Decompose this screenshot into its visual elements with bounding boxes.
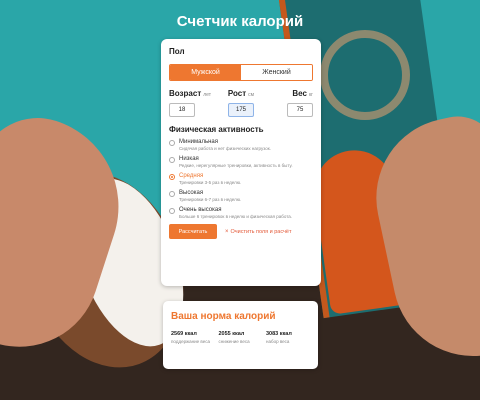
- metrics-row: Возраст лет 18 Рост см 175 Вес кг 75: [169, 89, 313, 117]
- radio-button-checked[interactable]: [169, 174, 175, 180]
- age-input[interactable]: 18: [169, 103, 195, 117]
- result-card: Ваша норма калорий 2569 ккал поддержание…: [163, 301, 318, 369]
- background-package-ring: [320, 30, 410, 120]
- activity-option-medium[interactable]: Средняя Тренировки 3-5 раз в неделю.: [169, 173, 313, 186]
- activity-option-very-high[interactable]: Очень высокая Больше 6 тренировок в неде…: [169, 207, 313, 220]
- result-label: набор веса: [266, 339, 290, 344]
- result-label: снижение веса: [218, 339, 250, 344]
- result-lose: 2055 ккал снижение веса: [219, 331, 263, 345]
- radio-button[interactable]: [169, 208, 175, 214]
- activity-option-high[interactable]: Высокая Тренировки 6-7 раз в неделю.: [169, 190, 313, 203]
- result-maintain: 2569 ккал поддержание веса: [171, 331, 215, 345]
- height-field: Рост см 175: [221, 89, 261, 117]
- height-input[interactable]: 175: [228, 103, 254, 117]
- age-field: Возраст лет 18: [169, 89, 212, 117]
- close-icon: ×: [225, 228, 229, 235]
- option-description: Больше 6 тренировок в неделю и физическа…: [179, 214, 292, 219]
- calculator-card: Пол Мужской Женский Возраст лет 18 Рост см…: [161, 39, 321, 286]
- option-name: Очень высокая: [179, 207, 222, 213]
- result-title: Ваша норма калорий: [171, 311, 276, 322]
- page-title: Счетчик калорий: [176, 13, 304, 30]
- weight-label: Вес кг: [292, 89, 313, 98]
- radio-button[interactable]: [169, 157, 175, 163]
- gender-label: Пол: [169, 47, 185, 56]
- weight-input[interactable]: 75: [287, 103, 313, 117]
- activity-option-minimal[interactable]: Минимальная Сидячая работа и нет физичес…: [169, 139, 313, 152]
- option-description: Тренировки 6-7 раз в неделю.: [179, 197, 242, 202]
- activity-label: Физическая активность: [169, 125, 264, 134]
- gender-toggle: Мужской Женский: [169, 64, 313, 81]
- option-name: Средняя: [179, 173, 204, 179]
- result-label: поддержание веса: [171, 339, 210, 344]
- result-gain: 3083 ккал набор веса: [266, 331, 310, 345]
- clear-button[interactable]: × Очистить поля и расчёт: [225, 229, 291, 235]
- result-value: 3083 ккал: [266, 331, 292, 337]
- height-label: Рост см: [227, 89, 255, 98]
- weight-field: Вес кг 75: [273, 89, 313, 117]
- form-actions: Рассчитать × Очистить поля и расчёт: [169, 224, 313, 239]
- option-name: Высокая: [179, 190, 204, 196]
- activity-options: Минимальная Сидячая работа и нет физичес…: [169, 139, 313, 220]
- calculate-button[interactable]: Рассчитать: [169, 224, 217, 239]
- age-label: Возраст лет: [169, 89, 212, 98]
- radio-button[interactable]: [169, 191, 175, 197]
- result-value: 2569 ккал: [171, 331, 197, 337]
- height-unit: см: [248, 92, 255, 98]
- result-value: 2055 ккал: [218, 331, 245, 337]
- option-description: Сидячая работа и нет физических нагрузок…: [179, 146, 271, 151]
- age-unit: лет: [203, 92, 212, 98]
- result-values: 2569 ккал поддержание веса 2055 ккал сни…: [171, 331, 310, 345]
- option-description: Тренировки 3-5 раз в неделю.: [179, 180, 242, 185]
- weight-unit: кг: [308, 92, 313, 98]
- option-name: Низкая: [179, 156, 199, 162]
- gender-male-button[interactable]: Мужской: [170, 65, 241, 80]
- clear-label: Очистить поля и расчёт: [230, 228, 292, 235]
- gender-female-button[interactable]: Женский: [241, 65, 312, 80]
- option-description: Редкие, нерегулярные тренировки, активно…: [179, 163, 293, 168]
- option-name: Минимальная: [179, 139, 219, 145]
- radio-button[interactable]: [169, 140, 175, 146]
- activity-option-low[interactable]: Низкая Редкие, нерегулярные тренировки, …: [169, 156, 313, 169]
